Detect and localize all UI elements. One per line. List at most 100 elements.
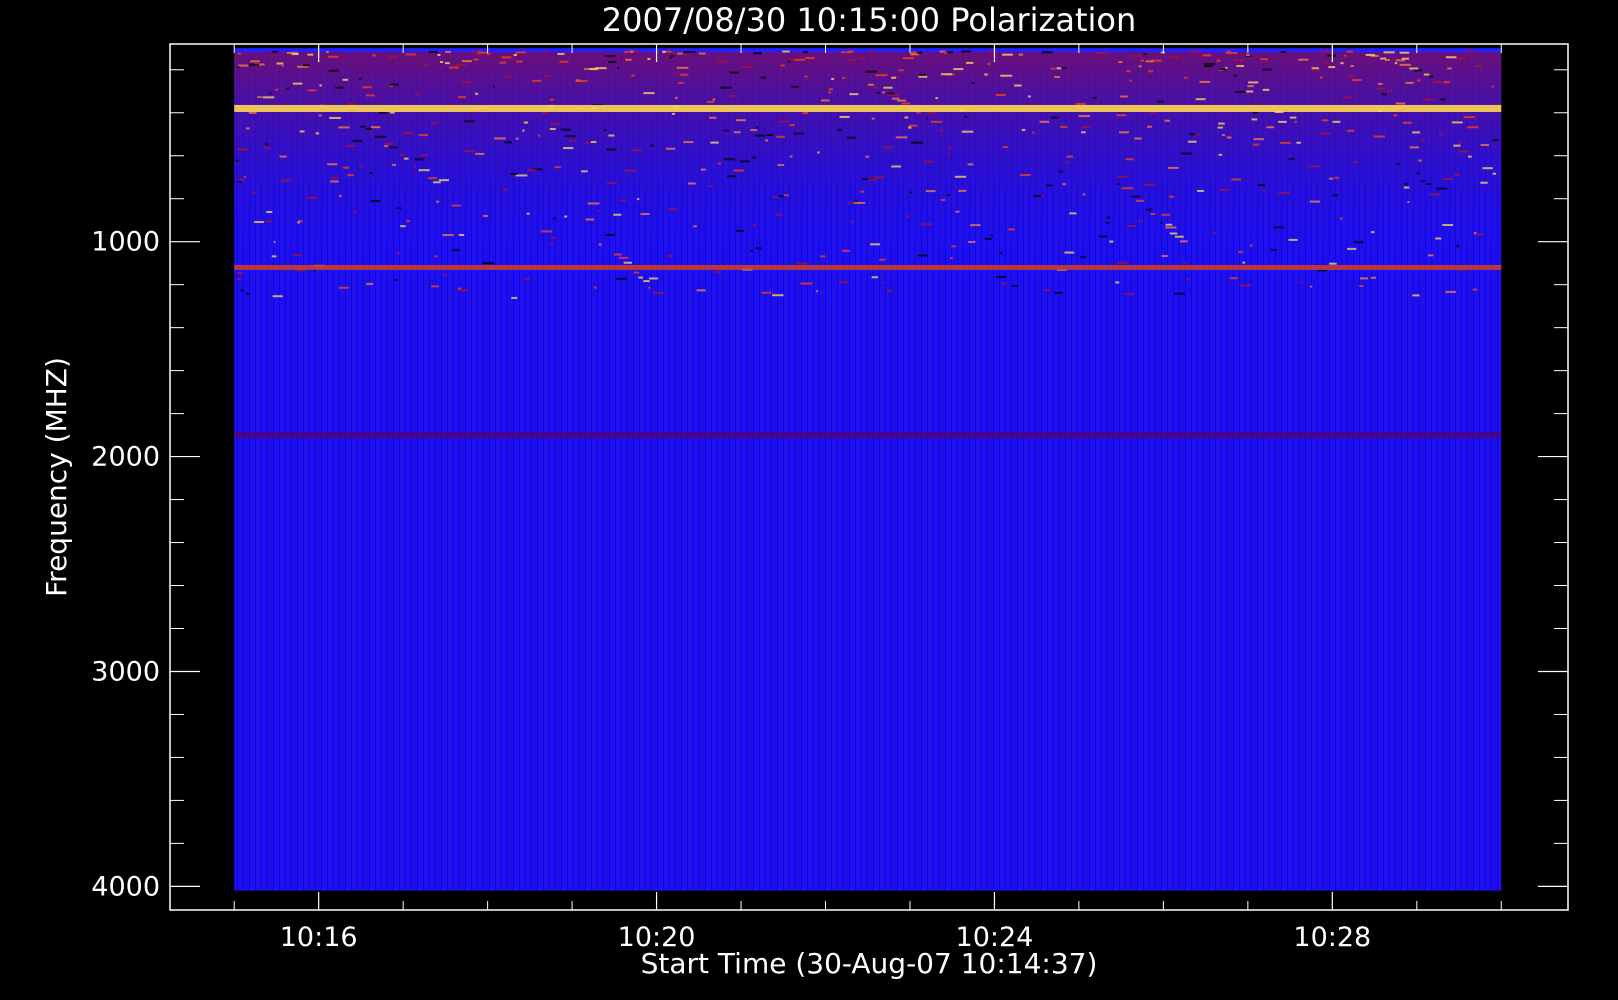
heatmap-speckle xyxy=(384,145,388,148)
heatmap-speckle xyxy=(789,124,796,127)
heatmap-speckle xyxy=(1165,223,1173,226)
heatmap-speckle xyxy=(575,80,588,83)
heatmap-speckle xyxy=(910,53,919,56)
heatmap-speckle xyxy=(358,78,362,81)
heatmap-speckle xyxy=(275,88,279,91)
heatmap-speckle xyxy=(1249,244,1253,247)
heatmap-speckle xyxy=(537,134,541,137)
heatmap-speckle xyxy=(1002,53,1013,56)
heatmap-speckle xyxy=(1420,180,1425,183)
heatmap-speckle xyxy=(698,52,706,55)
heatmap-speckle xyxy=(532,79,542,82)
heatmap-speckle xyxy=(559,60,569,63)
heatmap-speckle xyxy=(257,96,262,99)
chart-title: 2007/08/30 10:15:00 Polarization xyxy=(602,1,1136,39)
heatmap-speckle xyxy=(1435,237,1442,240)
heatmap-speckle xyxy=(396,252,400,255)
heatmap-speckle xyxy=(243,175,247,178)
heatmap-speckle xyxy=(772,196,778,199)
heatmap-speckle xyxy=(1233,74,1238,77)
heatmap-speckle xyxy=(909,191,913,194)
heatmap-speckle xyxy=(1423,73,1430,76)
heatmap-speckle xyxy=(510,172,518,175)
heatmap-speckle xyxy=(557,52,565,55)
heatmap-speckle xyxy=(1125,158,1134,161)
heatmap-speckle xyxy=(778,195,784,198)
heatmap-speckle xyxy=(1119,131,1129,134)
heatmap-speckle xyxy=(428,51,438,54)
heatmap-speckle xyxy=(871,117,875,120)
heatmap-band xyxy=(234,104,1502,112)
heatmap-speckle xyxy=(662,50,666,53)
heatmap-speckle xyxy=(927,111,936,114)
heatmap-speckle xyxy=(618,256,629,259)
heatmap-speckle xyxy=(254,221,264,224)
heatmap-speckle xyxy=(1252,111,1258,114)
heatmap-speckle xyxy=(431,122,439,125)
heatmap-speckle xyxy=(1064,251,1075,254)
heatmap-speckle xyxy=(788,58,796,61)
heatmap-speckle xyxy=(1138,220,1143,223)
heatmap-speckle xyxy=(968,240,976,243)
heatmap-speckle xyxy=(1296,141,1301,144)
heatmap-speckle xyxy=(402,132,414,135)
heatmap-speckle xyxy=(458,233,465,236)
y-tick-label: 3000 xyxy=(91,656,160,687)
heatmap-speckle xyxy=(751,156,757,159)
heatmap-speckle xyxy=(1239,284,1252,287)
heatmap-speckle xyxy=(1054,291,1063,294)
heatmap-speckle xyxy=(647,57,651,60)
heatmap-speckle xyxy=(1060,125,1068,128)
heatmap-speckle xyxy=(955,210,960,213)
heatmap-speckle xyxy=(917,254,928,257)
heatmap-speckle xyxy=(315,132,320,135)
heatmap-speckle xyxy=(669,56,673,59)
heatmap-speckle xyxy=(1238,250,1244,253)
heatmap-speckle xyxy=(589,68,599,71)
heatmap-speckle xyxy=(581,170,588,173)
heatmap-speckle xyxy=(397,207,402,210)
heatmap-speckle xyxy=(245,127,250,130)
heatmap-speckle xyxy=(776,135,785,138)
heatmap-speckle xyxy=(1334,176,1339,179)
heatmap-speckle xyxy=(1343,54,1347,57)
heatmap-speckle xyxy=(1202,54,1212,57)
heatmap-speckle xyxy=(803,51,808,54)
heatmap-speckle xyxy=(1409,146,1420,149)
heatmap-speckle xyxy=(700,168,706,171)
heatmap-speckle xyxy=(1346,50,1354,53)
heatmap-speckle xyxy=(1492,172,1497,175)
heatmap-speckle xyxy=(236,278,242,281)
heatmap-speckle xyxy=(1021,128,1026,131)
heatmap-speckle xyxy=(1131,195,1141,198)
heatmap-speckle xyxy=(435,200,440,203)
y-tick-label: 4000 xyxy=(91,871,160,902)
heatmap-band xyxy=(234,432,1502,439)
heatmap-speckle xyxy=(970,224,981,227)
heatmap-speckle xyxy=(1377,87,1386,90)
heatmap-speckle xyxy=(293,254,303,257)
heatmap-speckle xyxy=(415,93,420,96)
heatmap-speckle xyxy=(624,169,637,172)
heatmap-speckle xyxy=(1182,262,1187,265)
heatmap-speckle xyxy=(262,96,275,99)
heatmap-speckle xyxy=(1115,281,1120,284)
heatmap-speckle xyxy=(896,99,907,102)
heatmap-speckle xyxy=(464,120,475,123)
heatmap-speckle xyxy=(846,136,856,139)
y-tick-label: 1000 xyxy=(91,227,160,258)
heatmap-speckle xyxy=(238,179,245,182)
heatmap-speckle xyxy=(352,139,362,142)
heatmap-speckle xyxy=(330,176,338,179)
heatmap-speckle xyxy=(631,74,635,77)
heatmap-speckle xyxy=(461,60,472,63)
heatmap-speckle xyxy=(1480,144,1489,147)
heatmap-speckle xyxy=(1138,65,1142,68)
heatmap-speckle xyxy=(1001,282,1007,285)
heatmap-speckle xyxy=(652,291,665,294)
heatmap-speckle xyxy=(348,103,356,106)
heatmap-speckle xyxy=(848,201,853,204)
heatmap-speckle xyxy=(1381,93,1387,96)
heatmap-speckle xyxy=(650,144,654,147)
heatmap-speckle xyxy=(1080,255,1086,258)
